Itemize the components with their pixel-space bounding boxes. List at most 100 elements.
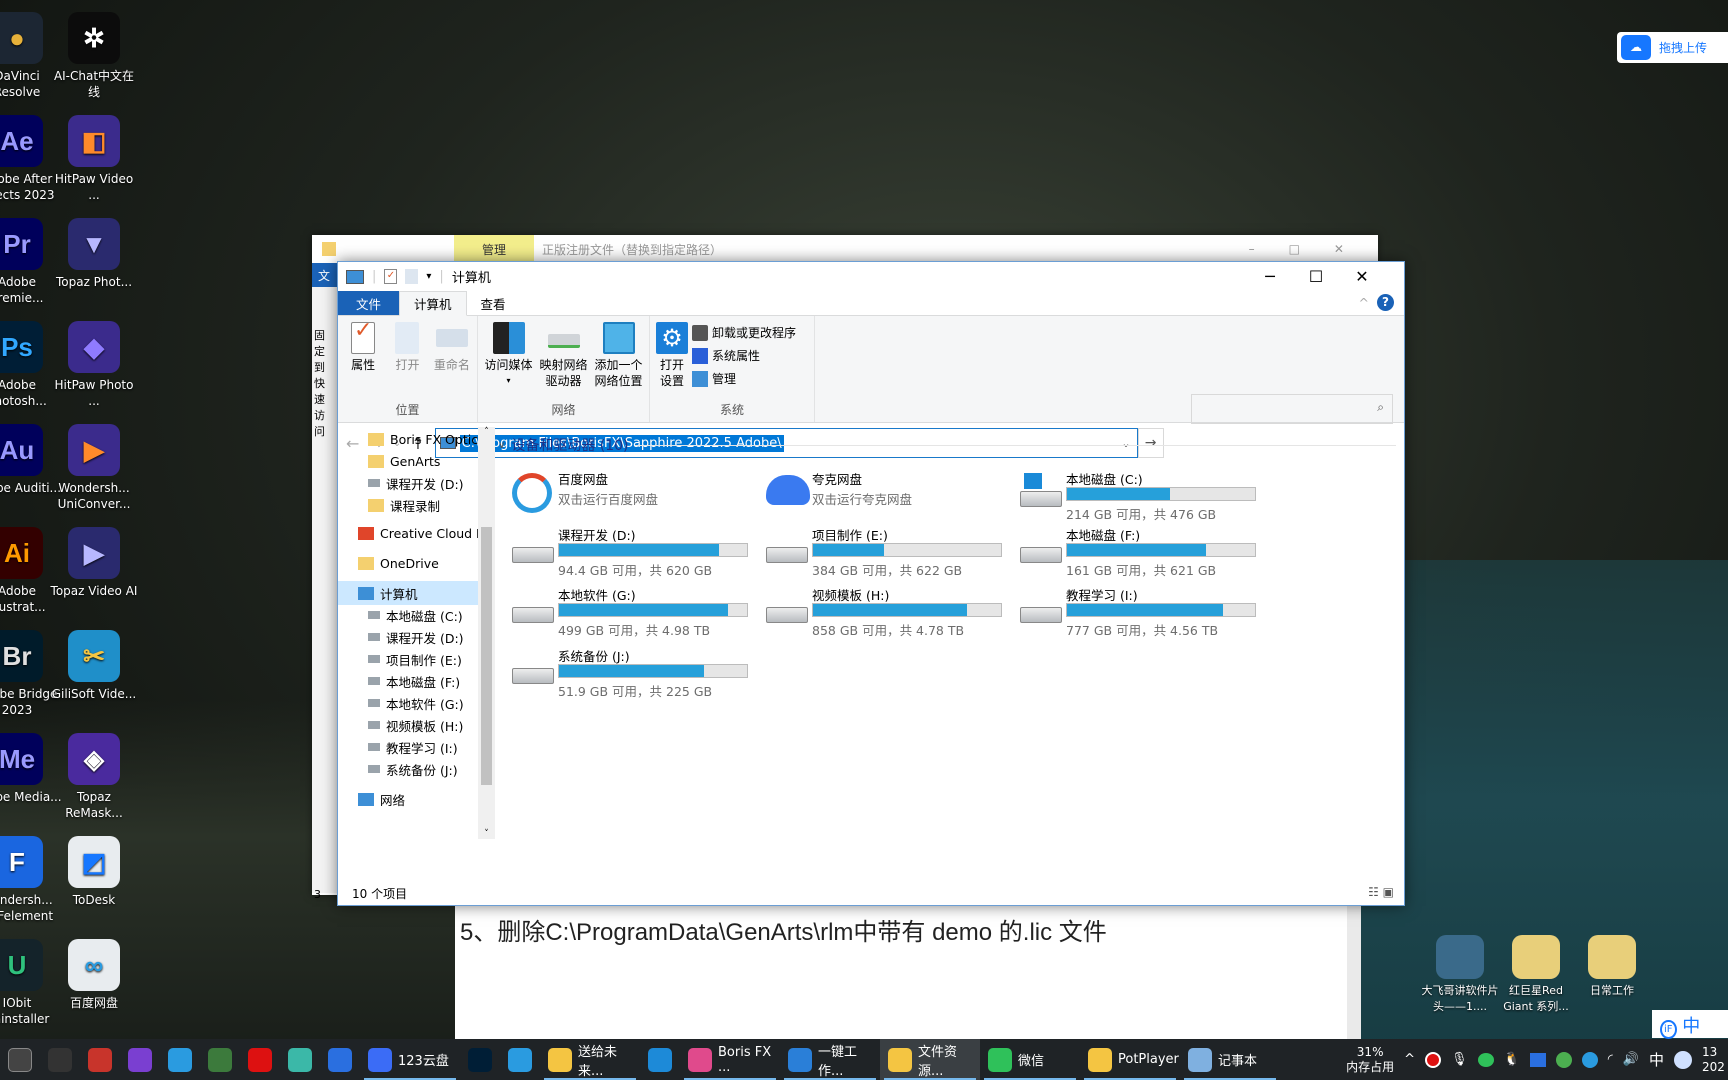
tab-view[interactable]: 查看 <box>467 291 520 315</box>
explorer-window[interactable]: | ✓ ▾ | 计算机 ─ ☐ ✕ 文件 计算机 查看 ^ ? ✓ 属性 打开 重命… <box>337 261 1405 906</box>
taskbar-app[interactable]: 记事本 <box>1180 1039 1280 1080</box>
drive-item[interactable]: 教程学习 (I:) 777 GB 可用，共 4.56 TB <box>1018 585 1258 638</box>
taskbar-app[interactable]: 文件资源... <box>880 1039 980 1080</box>
nav-item[interactable]: Creative Cloud Files <box>338 521 478 545</box>
taskbar-app[interactable] <box>160 1039 200 1080</box>
pin-quick-access[interactable]: 固定到快速访问 <box>312 287 334 439</box>
nav-item[interactable]: GenArts <box>338 449 478 473</box>
upload-button[interactable]: ☁ 拖拽上传 <box>1617 32 1728 63</box>
start-button[interactable] <box>0 1039 40 1080</box>
drive-item[interactable]: 本地磁盘 (C:) 214 GB 可用，共 476 GB <box>1018 469 1258 522</box>
nav-item[interactable]: 视频模板 (H:) <box>338 713 478 737</box>
clock[interactable]: 132023 <box>1702 1045 1724 1075</box>
camera-icon[interactable] <box>1529 1052 1546 1067</box>
nav-item[interactable]: 教程学习 (I:) <box>338 735 478 759</box>
taskbar-app[interactable]: 123云盘 <box>360 1039 460 1080</box>
desktop-icon[interactable]: 红巨星Red Giant 系列... <box>1496 935 1576 1015</box>
download-icon[interactable] <box>1555 1051 1572 1068</box>
drive-item[interactable]: 夸克网盘 双击运行夸克网盘 <box>764 469 1004 519</box>
nav-item[interactable]: Boris FX Optics <box>338 427 478 451</box>
tab-file[interactable]: 文件 <box>338 291 400 315</box>
nav-item[interactable]: 课程录制 <box>338 493 478 517</box>
tab-computer[interactable]: 计算机 <box>399 291 467 316</box>
view-toggle-icons[interactable]: ☷ ▣ <box>1368 885 1394 899</box>
taskbar-app[interactable]: 送给未来... <box>540 1039 640 1080</box>
desktop-icon[interactable]: 大飞哥讲软件片头——1.... <box>1420 935 1500 1015</box>
nav-item[interactable]: 本地软件 (G:) <box>338 691 478 715</box>
wechat-tray-icon[interactable] <box>1477 1052 1494 1067</box>
close-button[interactable]: ✕ <box>1339 262 1385 291</box>
taskbar-app[interactable] <box>40 1039 80 1080</box>
properties-qat-icon[interactable]: ✓ <box>384 269 398 284</box>
nav-item[interactable]: 项目制作 (E:) <box>338 647 478 671</box>
maximize-button[interactable]: ☐ <box>1293 262 1339 291</box>
nav-item[interactable]: 课程开发 (D:) <box>338 625 478 649</box>
system-properties-button[interactable]: 系统属性 <box>692 347 796 364</box>
ime-floating-badge[interactable]: iF 中 <box>1652 1010 1728 1039</box>
taskbar-app[interactable] <box>200 1039 240 1080</box>
group-header-devices[interactable]: ∨ 设备和驱动器 (10) <box>498 427 1404 455</box>
taskbar-app[interactable] <box>320 1039 360 1080</box>
wifi-icon[interactable]: ◜ <box>1608 1052 1613 1067</box>
nav-item[interactable]: OneDrive <box>338 551 478 575</box>
memory-usage[interactable]: 31% 内存占用 <box>1346 1045 1394 1075</box>
desktop-icon[interactable]: ▶ Wondersh... UniConver... <box>49 424 139 512</box>
drive-item[interactable]: 系统备份 (J:) 51.9 GB 可用，共 225 GB <box>510 646 750 699</box>
nav-item[interactable]: 本地磁盘 (C:) <box>338 603 478 627</box>
ifly-icon[interactable] <box>1674 1050 1692 1069</box>
drive-item[interactable]: 本地磁盘 (F:) 161 GB 可用，共 621 GB <box>1018 525 1258 578</box>
window-controls[interactable]: –□✕ <box>1249 242 1378 256</box>
taskbar-app[interactable] <box>500 1039 540 1080</box>
taskbar-app[interactable] <box>280 1039 320 1080</box>
show-hidden-icons[interactable]: ^ <box>1404 1052 1415 1067</box>
uninstall-program-button[interactable]: 卸载或更改程序 <box>692 324 796 341</box>
volume-icon[interactable]: 🔊 <box>1623 1052 1639 1067</box>
search-input[interactable]: ⌕ <box>1191 394 1393 424</box>
nav-item[interactable]: 计算机 <box>338 581 478 605</box>
qq-icon[interactable]: 🐧 <box>1504 1052 1520 1067</box>
record-icon[interactable] <box>1425 1051 1442 1068</box>
desktop-icon[interactable]: ◩ ToDesk <box>49 836 139 908</box>
desktop-icon[interactable]: ▶ Topaz Video AI <box>49 527 139 599</box>
desktop-icon[interactable]: ◆ HitPaw Photo ... <box>49 321 139 409</box>
app-icon: F <box>0 836 43 888</box>
taskbar-app[interactable] <box>120 1039 160 1080</box>
taskbar-app[interactable] <box>640 1039 680 1080</box>
desktop-icon[interactable]: ◧ HitPaw Video ... <box>49 115 139 203</box>
nav-item[interactable]: 本地磁盘 (F:) <box>338 669 478 693</box>
drive-item[interactable]: 本地软件 (G:) 499 GB 可用，共 4.98 TB <box>510 585 750 638</box>
drive-item[interactable]: 视频模板 (H:) 858 GB 可用，共 4.78 TB <box>764 585 1004 638</box>
taskbar-app[interactable]: PotPlayer <box>1080 1039 1180 1080</box>
translate-icon[interactable] <box>1581 1051 1598 1068</box>
collapse-ribbon-icon[interactable]: ^ <box>1351 291 1377 315</box>
doc-scrollbar[interactable] <box>1347 906 1361 1041</box>
desktop-icon[interactable]: ◈ Topaz ReMask... <box>49 733 139 821</box>
desktop-icon[interactable]: ✲ AI-Chat中文在线 <box>49 12 139 100</box>
new-folder-qat-icon[interactable] <box>405 269 419 284</box>
taskbar-app[interactable]: Boris FX ... <box>680 1039 780 1080</box>
minimize-button[interactable]: ─ <box>1247 262 1293 291</box>
desktop-icon[interactable]: ∞ 百度网盘 <box>49 939 139 1011</box>
microphone-icon[interactable]: 🎙 <box>1451 1052 1468 1067</box>
nav-item[interactable]: 课程开发 (D:) <box>338 471 478 495</box>
taskbar-app[interactable]: 微信 <box>980 1039 1080 1080</box>
desktop-icon[interactable]: ✂ GiliSoft Vide... <box>49 630 139 702</box>
qat-dropdown-icon[interactable]: ▾ <box>426 271 431 282</box>
drive-item[interactable]: 课程开发 (D:) 94.4 GB 可用，共 620 GB <box>510 525 750 578</box>
taskbar-app[interactable] <box>240 1039 280 1080</box>
desktop-icon[interactable]: 日常工作 <box>1572 935 1652 999</box>
taskbar-app[interactable] <box>460 1039 500 1080</box>
drive-item[interactable]: 项目制作 (E:) 384 GB 可用，共 622 GB <box>764 525 1004 578</box>
nav-item[interactable]: 系统备份 (J:) <box>338 757 478 781</box>
ime-indicator[interactable]: 中 <box>1649 1049 1664 1070</box>
help-icon[interactable]: ? <box>1377 294 1394 311</box>
nav-item[interactable]: 网络 <box>338 787 478 811</box>
nav-scrollbar[interactable]: ˄ ˅ <box>478 427 495 839</box>
manage-button[interactable]: 管理 <box>692 370 796 387</box>
desktop-icon[interactable]: ▼ Topaz Phot... <box>49 218 139 290</box>
file-tab[interactable]: 文 <box>312 263 337 287</box>
taskbar-app[interactable] <box>80 1039 120 1080</box>
taskbar-app[interactable]: 一键工作... <box>780 1039 880 1080</box>
tab-manage[interactable]: 管理 <box>454 234 535 264</box>
drive-item[interactable]: 百度网盘 双击运行百度网盘 <box>510 469 750 519</box>
